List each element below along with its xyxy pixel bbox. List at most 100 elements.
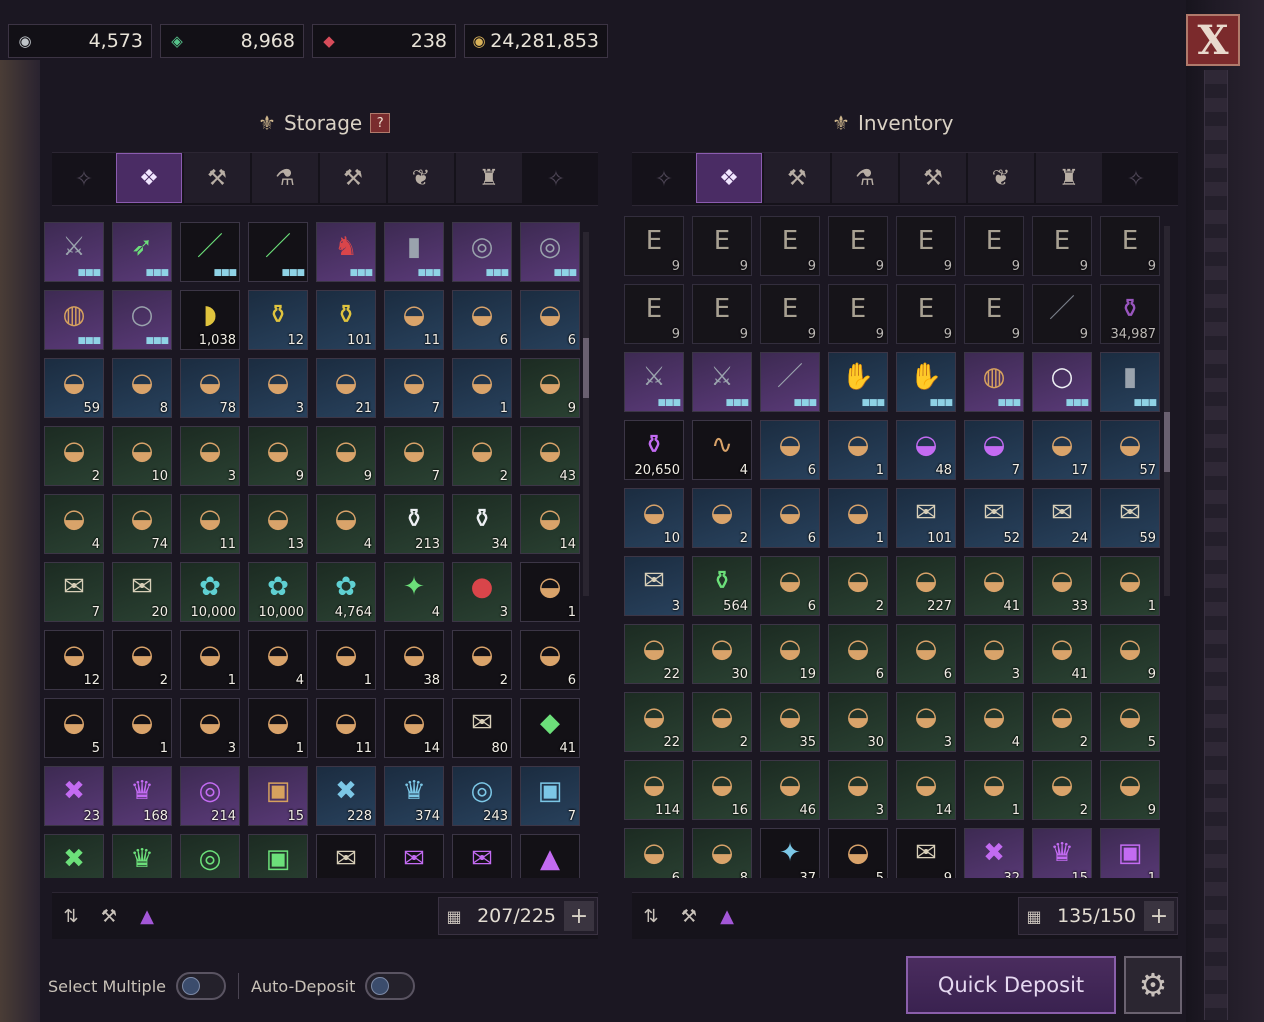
tab-materials[interactable]: ❦ bbox=[968, 153, 1034, 203]
storage-item-slot[interactable]: ✿ 10,000 bbox=[248, 562, 308, 622]
inventory-scrollbar[interactable] bbox=[1164, 226, 1170, 596]
storage-item-slot[interactable]: ◒ 3 bbox=[180, 426, 240, 486]
tab-consumables[interactable]: ⚗ bbox=[832, 153, 898, 203]
inventory-item-slot[interactable]: ◒ 22 bbox=[624, 624, 684, 684]
storage-item-slot[interactable]: ✖ 23 bbox=[44, 766, 104, 826]
storage-item-slot[interactable]: ▲ bbox=[520, 834, 580, 878]
anvil-icon[interactable]: ⚒ bbox=[90, 906, 128, 927]
inventory-item-slot[interactable]: ◒ 46 bbox=[760, 760, 820, 820]
tab-all[interactable]: ❖ bbox=[116, 153, 182, 203]
inventory-item-slot[interactable]: ◒6 bbox=[624, 828, 684, 878]
inventory-item-slot[interactable]: ✉ 101 bbox=[896, 488, 956, 548]
storage-item-slot[interactable]: ／ ■■■ bbox=[180, 222, 240, 282]
storage-item-slot[interactable]: ◒ 1 bbox=[316, 630, 376, 690]
storage-item-slot[interactable]: ◎ 214 bbox=[180, 766, 240, 826]
inventory-item-slot[interactable]: ◒5 bbox=[828, 828, 888, 878]
help-button[interactable]: ? bbox=[370, 113, 391, 133]
expand-storage-button[interactable]: + bbox=[564, 901, 594, 931]
tab-misc[interactable]: ♜ bbox=[1036, 153, 1102, 203]
storage-item-slot[interactable]: ◒ 9 bbox=[316, 426, 376, 486]
inventory-item-slot[interactable]: ◒ 1 bbox=[828, 488, 888, 548]
storage-item-slot[interactable]: ● 3 bbox=[452, 562, 512, 622]
storage-item-slot[interactable]: ✉ 7 bbox=[44, 562, 104, 622]
tab-equipment[interactable]: ⚒ bbox=[764, 153, 830, 203]
inventory-item-slot[interactable]: ◒ 41 bbox=[1032, 624, 1092, 684]
storage-item-slot[interactable]: ◒ 78 bbox=[180, 358, 240, 418]
storage-item-slot[interactable]: ◒ 13 bbox=[248, 494, 308, 554]
inventory-item-slot[interactable]: ⚔ ■■■ bbox=[624, 352, 684, 412]
inventory-item-slot[interactable]: ✋ ■■■ bbox=[828, 352, 888, 412]
inventory-item-slot[interactable]: ◒ 1 bbox=[964, 760, 1024, 820]
inventory-item-slot[interactable]: ✉ 24 bbox=[1032, 488, 1092, 548]
storage-item-slot[interactable]: ◒ 4 bbox=[248, 630, 308, 690]
inventory-item-slot[interactable]: ⚔ ■■■ bbox=[692, 352, 752, 412]
tab-misc[interactable]: ♜ bbox=[456, 153, 522, 203]
inventory-item-slot[interactable]: ◒ 2 bbox=[692, 692, 752, 752]
quick-deposit-button[interactable]: Quick Deposit bbox=[906, 956, 1116, 1014]
storage-item-slot[interactable]: ♛ 168 bbox=[112, 766, 172, 826]
storage-item-slot[interactable]: ◒ 43 bbox=[520, 426, 580, 486]
inventory-item-slot[interactable]: ◒ 30 bbox=[828, 692, 888, 752]
inventory-item-slot[interactable]: ◒8 bbox=[692, 828, 752, 878]
inventory-item-slot[interactable]: ♛ 15 bbox=[1032, 828, 1092, 878]
settings-button[interactable]: ⚙ bbox=[1124, 956, 1182, 1014]
anvil-icon[interactable]: ⚒ bbox=[670, 906, 708, 927]
storage-item-slot[interactable]: ◎ ■■■ bbox=[520, 222, 580, 282]
storage-item-slot[interactable]: ⚱ 12 bbox=[248, 290, 308, 350]
inventory-item-slot[interactable]: ✉ 52 bbox=[964, 488, 1024, 548]
storage-item-slot[interactable]: ♞ ■■■ bbox=[316, 222, 376, 282]
storage-item-slot[interactable]: ▮ ■■■ bbox=[384, 222, 444, 282]
inventory-item-slot[interactable]: ◒ 7 bbox=[964, 420, 1024, 480]
storage-item-slot[interactable]: ◍ ■■■ bbox=[44, 290, 104, 350]
inventory-item-slot[interactable]: E9 bbox=[964, 284, 1024, 344]
inventory-item-slot[interactable]: E9 bbox=[692, 216, 752, 276]
storage-item-slot[interactable]: ◒ 38 bbox=[384, 630, 444, 690]
storage-item-slot[interactable]: ◒ 11 bbox=[180, 494, 240, 554]
inventory-item-slot[interactable]: ◒ 227 bbox=[896, 556, 956, 616]
inventory-item-slot[interactable]: ✦ 37 bbox=[760, 828, 820, 878]
auto-deposit-toggle[interactable] bbox=[365, 972, 416, 1000]
inventory-item-slot[interactable]: E9 bbox=[624, 284, 684, 344]
storage-item-slot[interactable]: ◒ 2 bbox=[452, 630, 512, 690]
storage-item-slot[interactable]: ◒ 7 bbox=[384, 358, 444, 418]
inventory-item-slot[interactable]: ◒ 2 bbox=[692, 488, 752, 548]
inventory-item-slot[interactable]: E9 bbox=[828, 216, 888, 276]
inventory-item-slot[interactable]: ◒ 33 bbox=[1032, 556, 1092, 616]
storage-item-slot[interactable]: ◒ 5 bbox=[44, 698, 104, 758]
inventory-item-slot[interactable]: ◒ 3 bbox=[828, 760, 888, 820]
storage-item-slot[interactable]: ◒ 12 bbox=[44, 630, 104, 690]
inventory-item-slot[interactable]: ◒5 bbox=[1100, 692, 1160, 752]
inventory-item-slot[interactable]: ◒ 16 bbox=[692, 760, 752, 820]
storage-item-slot[interactable]: ⚱ 34 bbox=[452, 494, 512, 554]
storage-item-slot[interactable]: ⚱ 213 bbox=[384, 494, 444, 554]
inventory-item-slot[interactable]: E9 bbox=[1100, 216, 1160, 276]
storage-scrollbar[interactable] bbox=[583, 232, 589, 596]
storage-item-slot[interactable]: ◒ 6 bbox=[452, 290, 512, 350]
rarity-filter-icon[interactable]: ▲ bbox=[708, 906, 746, 927]
inventory-item-slot[interactable]: ✉ 3 bbox=[624, 556, 684, 616]
storage-item-slot[interactable]: ➶ ■■■ bbox=[112, 222, 172, 282]
storage-item-slot[interactable]: ⚱ 101 bbox=[316, 290, 376, 350]
storage-item-slot[interactable]: ◒ 1 bbox=[520, 562, 580, 622]
storage-item-slot[interactable]: ◎ bbox=[180, 834, 240, 878]
inventory-item-slot[interactable]: E9 bbox=[760, 284, 820, 344]
inventory-item-slot[interactable]: ◒6 bbox=[760, 488, 820, 548]
storage-item-slot[interactable]: ○ ■■■ bbox=[112, 290, 172, 350]
close-button[interactable]: X bbox=[1186, 14, 1240, 66]
inventory-item-slot[interactable]: E9 bbox=[1032, 216, 1092, 276]
inventory-item-slot[interactable]: ∿ 4 bbox=[692, 420, 752, 480]
storage-item-slot[interactable]: ◎ ■■■ bbox=[452, 222, 512, 282]
inventory-item-slot[interactable]: ◒ 1 bbox=[1100, 556, 1160, 616]
inventory-item-slot[interactable]: ⚱ 564 bbox=[692, 556, 752, 616]
inventory-item-slot[interactable]: ○ ■■■ bbox=[1032, 352, 1092, 412]
inventory-item-slot[interactable]: ◒ 41 bbox=[964, 556, 1024, 616]
inventory-item-slot[interactable]: ◒ 9 bbox=[1100, 760, 1160, 820]
storage-item-slot[interactable]: ◒ 74 bbox=[112, 494, 172, 554]
inventory-item-slot[interactable]: ▮ ■■■ bbox=[1100, 352, 1160, 412]
inventory-item-slot[interactable]: ◒ 2 bbox=[1032, 760, 1092, 820]
tab-equipment[interactable]: ⚒ bbox=[184, 153, 250, 203]
storage-item-slot[interactable]: ◒ 1 bbox=[452, 358, 512, 418]
storage-item-slot[interactable]: ◒ 4 bbox=[44, 494, 104, 554]
inventory-item-slot[interactable]: ◒ 22 bbox=[624, 692, 684, 752]
storage-item-slot[interactable]: ◒ 4 bbox=[316, 494, 376, 554]
